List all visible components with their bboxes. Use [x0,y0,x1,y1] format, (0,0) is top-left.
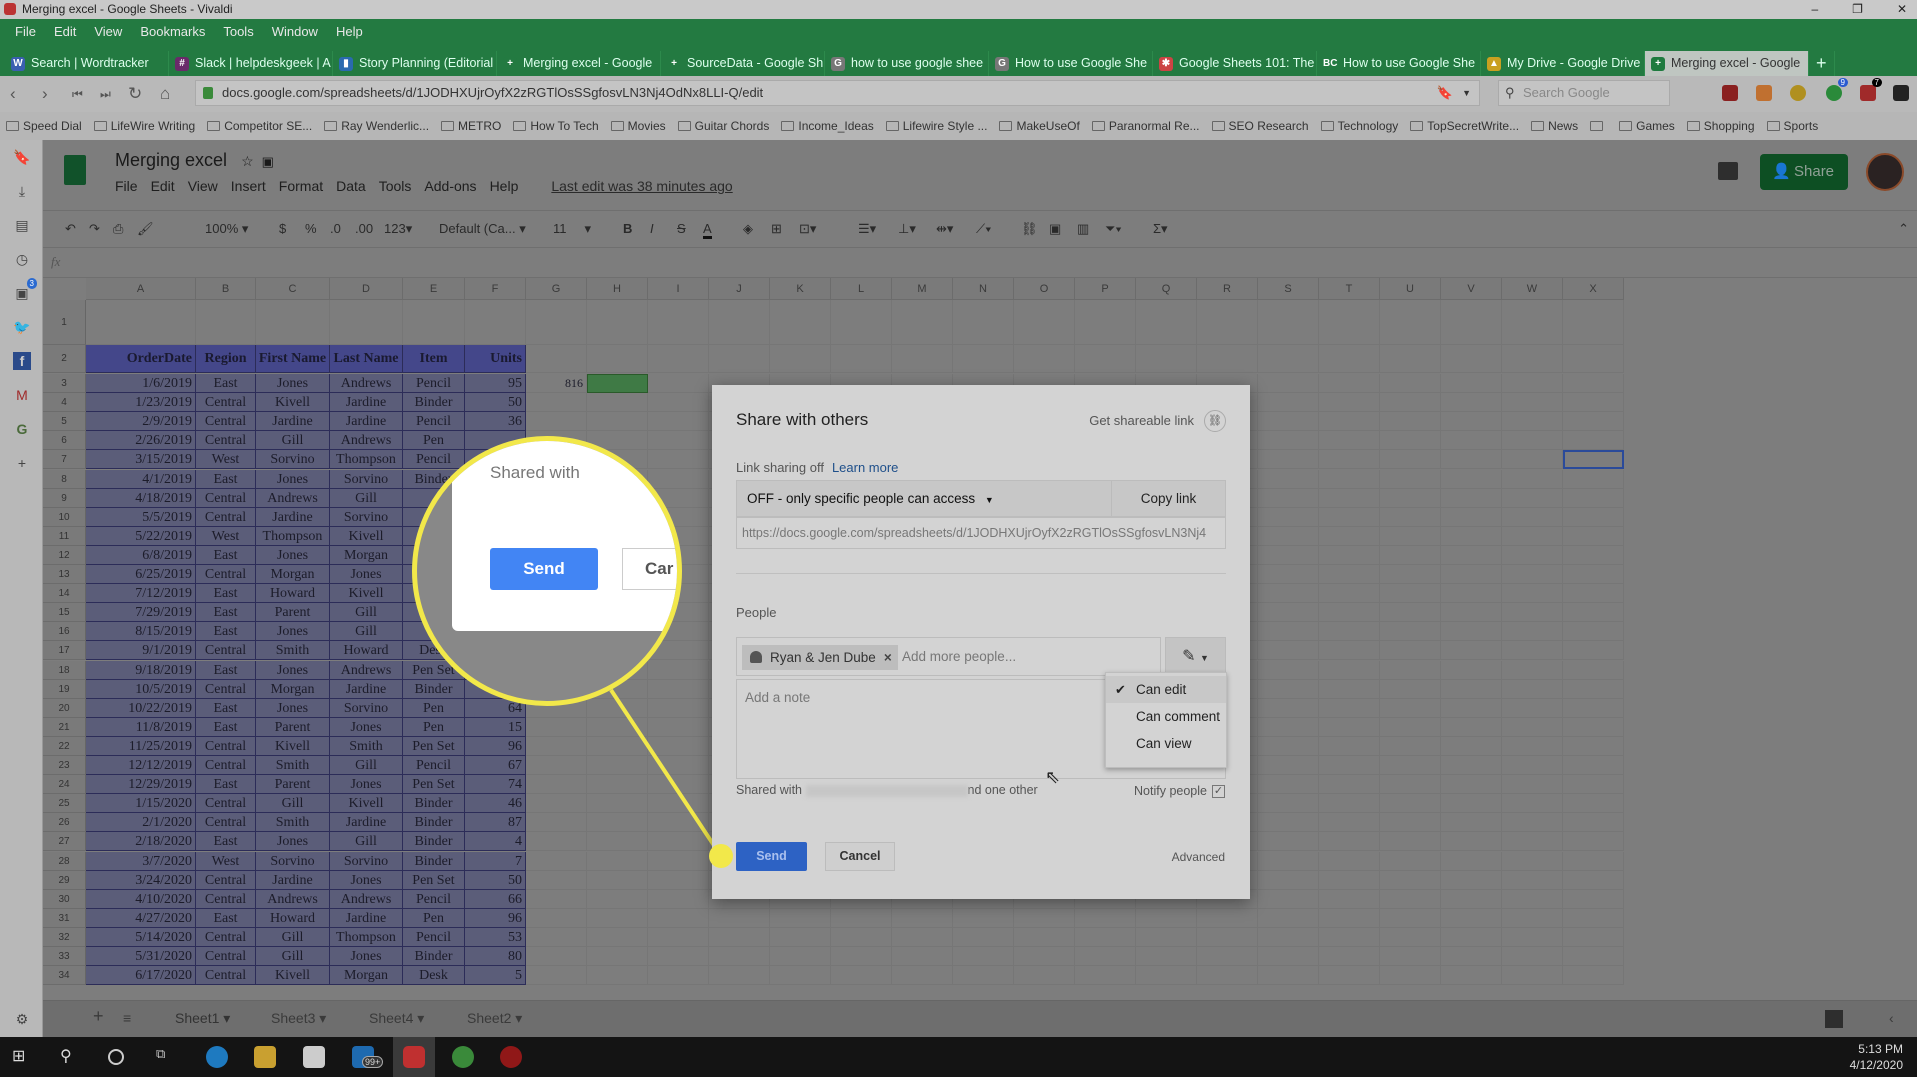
people-input[interactable]: Ryan & Jen Dube × Add more people... [736,637,1161,676]
access-value: OFF - only specific people can access [747,491,976,506]
divider [736,573,1226,574]
notify-checkbox[interactable]: ✓ [1212,785,1225,799]
magnified-send-button: Send [490,548,598,590]
remove-person-icon[interactable]: × [884,650,892,665]
mouse-cursor-icon: ⇖ [1045,767,1061,787]
get-shareable-link[interactable]: Get shareable link [1089,413,1194,428]
dialog-title: Share with others [736,410,869,429]
permission-menu: ✔ Can edit Can comment Can view [1105,672,1227,768]
person-chip: Ryan & Jen Dube × [742,645,898,670]
advanced-link[interactable]: Advanced [1172,850,1225,864]
link-access-select[interactable]: OFF - only specific people can access ▼ … [736,480,1226,517]
people-label: People [736,605,777,620]
add-people-placeholder[interactable]: Add more people... [902,649,1016,664]
cancel-button[interactable]: Cancel [825,842,895,871]
link-sharing-status: Link sharing off Learn more [736,460,899,475]
person-icon [750,651,762,663]
copy-link-button[interactable]: Copy link [1111,481,1225,516]
share-dialog: Share with others Get shareable link ⛓ L… [712,385,1250,899]
chevron-down-icon: ▼ [1199,653,1209,663]
magnifier-callout: Shared with Send Car [412,436,682,706]
pencil-icon: ✎ [1182,648,1196,665]
send-button[interactable]: Send [736,842,807,871]
menu-item-can-view[interactable]: Can view [1106,730,1226,757]
notify-people[interactable]: Notify people ✓ [1134,784,1225,799]
link-icon[interactable]: ⛓ [1204,410,1226,432]
blurred-names [805,784,968,797]
learn-more-link[interactable]: Learn more [832,460,898,475]
magnified-cancel-button: Car [622,548,677,590]
check-icon: ✔ [1115,682,1126,697]
permission-dropdown-button[interactable]: ✎ ▼ [1165,637,1226,676]
shared-with-text: Shared with nd one other [736,783,1038,797]
dropdown-arrow-icon: ▼ [984,495,994,505]
menu-item-can-edit[interactable]: ✔ Can edit [1106,676,1226,703]
link-url-field[interactable]: https://docs.google.com/spreadsheets/d/1… [736,517,1226,549]
menu-item-can-comment[interactable]: Can comment [1106,703,1226,730]
magnified-shared-with: Shared with [490,463,580,482]
highlight-dot [709,844,733,868]
